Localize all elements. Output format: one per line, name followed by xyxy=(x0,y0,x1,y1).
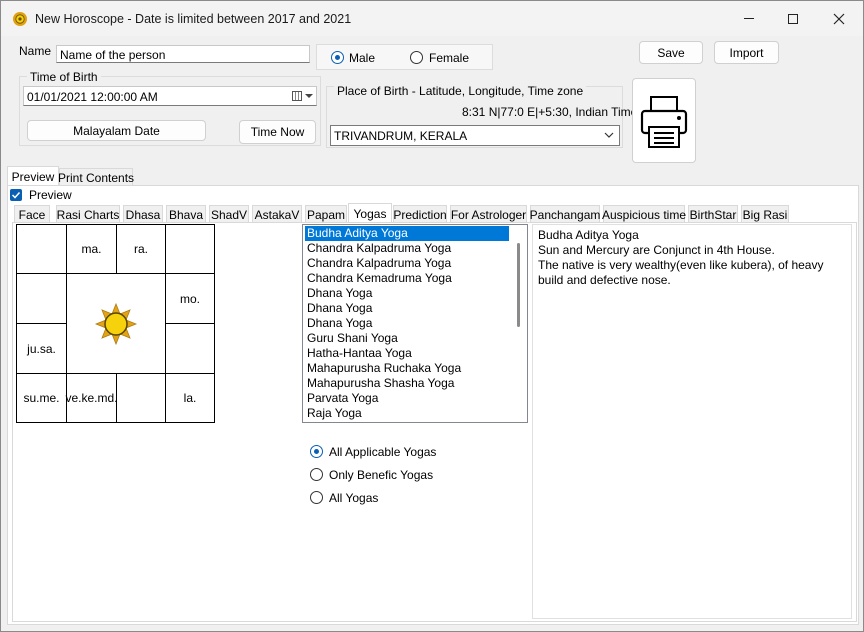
male-radio[interactable] xyxy=(331,51,344,64)
chevron-down-icon[interactable] xyxy=(305,94,313,98)
description-title: Budha Aditya Yoga xyxy=(538,228,639,242)
tab-for-astrologer[interactable]: For Astrologer xyxy=(450,205,527,223)
list-item[interactable]: Mahapurusha Shasha Yoga xyxy=(305,376,509,391)
tab-papam[interactable]: Papam xyxy=(305,205,347,223)
all-applicable-yogas-label: All Applicable Yogas xyxy=(329,445,437,459)
female-label: Female xyxy=(429,51,470,65)
description-line: The native is very wealthy(even like kub… xyxy=(538,258,824,287)
chart-cell xyxy=(16,224,67,274)
time-of-birth-label: Time of Birth xyxy=(27,70,101,84)
chart-cell xyxy=(165,224,215,274)
minimize-icon xyxy=(744,18,754,19)
tab-yogas[interactable]: Yogas xyxy=(348,203,392,223)
import-button[interactable]: Import xyxy=(714,41,779,64)
list-item[interactable]: Parvata Yoga xyxy=(305,391,509,406)
chart-cell-sun-mercury: su.me. xyxy=(16,373,67,423)
chart-cell-rahu: ra. xyxy=(116,224,166,274)
printer-icon xyxy=(640,95,688,148)
place-of-birth-label: Place of Birth - Latitude, Longitude, Ti… xyxy=(334,84,587,98)
tab-auspicious-time[interactable]: Auspicious time xyxy=(602,205,686,223)
male-label: Male xyxy=(349,51,376,65)
place-select[interactable]: TRIVANDRUM, KERALA xyxy=(330,125,620,146)
tab-bhava[interactable]: Bhava xyxy=(166,205,206,223)
list-item[interactable]: Chandra Kalpadruma Yoga xyxy=(305,241,509,256)
name-label: Name xyxy=(19,44,52,58)
chart-cell xyxy=(116,373,166,423)
maximize-button[interactable] xyxy=(770,1,816,36)
minimize-button[interactable] xyxy=(726,1,772,36)
calendar-icon[interactable] xyxy=(292,91,302,101)
chart-cell-moon: mo. xyxy=(165,273,215,324)
list-item[interactable]: Hatha-Hantaa Yoga xyxy=(305,346,509,361)
window-title: New Horoscope - Date is limited between … xyxy=(35,12,352,26)
chart-center xyxy=(66,273,166,374)
maximize-icon xyxy=(788,13,798,24)
datetime-value: 01/01/2021 12:00:00 AM xyxy=(27,90,158,104)
save-button[interactable]: Save xyxy=(639,41,703,64)
datetime-picker[interactable]: 01/01/2021 12:00:00 AM xyxy=(23,86,317,106)
list-item[interactable]: Dhana Yoga xyxy=(305,286,509,301)
all-yogas-label: All Yogas xyxy=(329,491,379,505)
list-item[interactable]: Chandra Kalpadruma Yoga xyxy=(305,256,509,271)
list-item[interactable]: Raja Yoga xyxy=(305,406,509,421)
tab-print-contents[interactable]: Print Contents xyxy=(58,168,134,186)
malayalam-date-button[interactable]: Malayalam Date xyxy=(27,120,206,141)
female-radio[interactable] xyxy=(410,51,423,64)
place-value: TRIVANDRUM, KERALA xyxy=(334,129,468,143)
name-input[interactable]: Name of the person xyxy=(56,45,310,63)
sun-icon xyxy=(94,302,138,345)
tab-prediction[interactable]: Prediction xyxy=(393,205,447,223)
tab-astakav[interactable]: AstakaV xyxy=(252,205,302,223)
list-item[interactable]: Dhana Yoga xyxy=(305,316,509,331)
tab-panchangam[interactable]: Panchangam xyxy=(530,205,600,223)
print-button[interactable] xyxy=(632,78,696,163)
tab-rasi-charts[interactable]: Rasi Charts xyxy=(56,205,120,223)
close-icon xyxy=(833,13,845,24)
list-item[interactable]: Chandra Kemadruma Yoga xyxy=(305,271,509,286)
list-item[interactable]: Mahapurusha Ruchaka Yoga xyxy=(305,361,509,376)
chart-cell-lagna: la. xyxy=(165,373,215,423)
list-item[interactable]: Guru Shani Yoga xyxy=(305,331,509,346)
app-icon xyxy=(13,12,27,26)
all-yogas-radio[interactable] xyxy=(310,491,323,504)
tab-shadv[interactable]: ShadV xyxy=(209,205,249,223)
only-benefic-yogas-label: Only Benefic Yogas xyxy=(329,468,434,482)
rasi-chart: ma. ra. mo. ju.sa. su.me. ve.ke.md. la. xyxy=(16,224,216,423)
tab-dhasa[interactable]: Dhasa xyxy=(123,205,163,223)
chart-cell-venus-ketu: ve.ke.md. xyxy=(65,373,118,423)
scrollbar[interactable] xyxy=(512,225,527,422)
all-applicable-yogas-radio[interactable] xyxy=(310,445,323,458)
main-window: New Horoscope - Date is limited between … xyxy=(0,0,864,632)
tab-big-rasi[interactable]: Big Rasi xyxy=(741,205,789,223)
scrollbar-thumb[interactable] xyxy=(517,243,520,327)
chart-cell xyxy=(16,273,67,324)
time-now-button[interactable]: Time Now xyxy=(239,120,316,144)
tab-birthstar[interactable]: BirthStar xyxy=(688,205,738,223)
list-item[interactable]: Budha Aditya Yoga xyxy=(305,226,509,241)
close-button[interactable] xyxy=(816,1,862,36)
only-benefic-yogas-radio[interactable] xyxy=(310,468,323,481)
list-item[interactable]: Dhana Yoga xyxy=(305,301,509,316)
chart-cell-mars: ma. xyxy=(66,224,117,274)
yoga-description[interactable]: Budha Aditya Yoga Sun and Mercury are Co… xyxy=(532,224,852,619)
tab-preview[interactable]: Preview xyxy=(7,166,59,186)
description-line: Sun and Mercury are Conjunct in 4th Hous… xyxy=(538,243,775,257)
checkmark-icon xyxy=(11,191,21,199)
preview-checkbox[interactable] xyxy=(10,189,22,201)
tab-face[interactable]: Face xyxy=(14,205,50,223)
yogas-listbox[interactable]: Budha Aditya Yoga Chandra Kalpadruma Yog… xyxy=(302,224,528,423)
coordinates-text: 8:31 N|77:0 E|+5:30, Indian Time xyxy=(462,105,638,119)
chevron-down-icon xyxy=(604,132,614,138)
title-bar: New Horoscope - Date is limited between … xyxy=(1,1,863,36)
chart-cell-jupiter-saturn: ju.sa. xyxy=(16,323,67,374)
chart-cell xyxy=(165,323,215,374)
preview-checkbox-label: Preview xyxy=(29,188,72,202)
